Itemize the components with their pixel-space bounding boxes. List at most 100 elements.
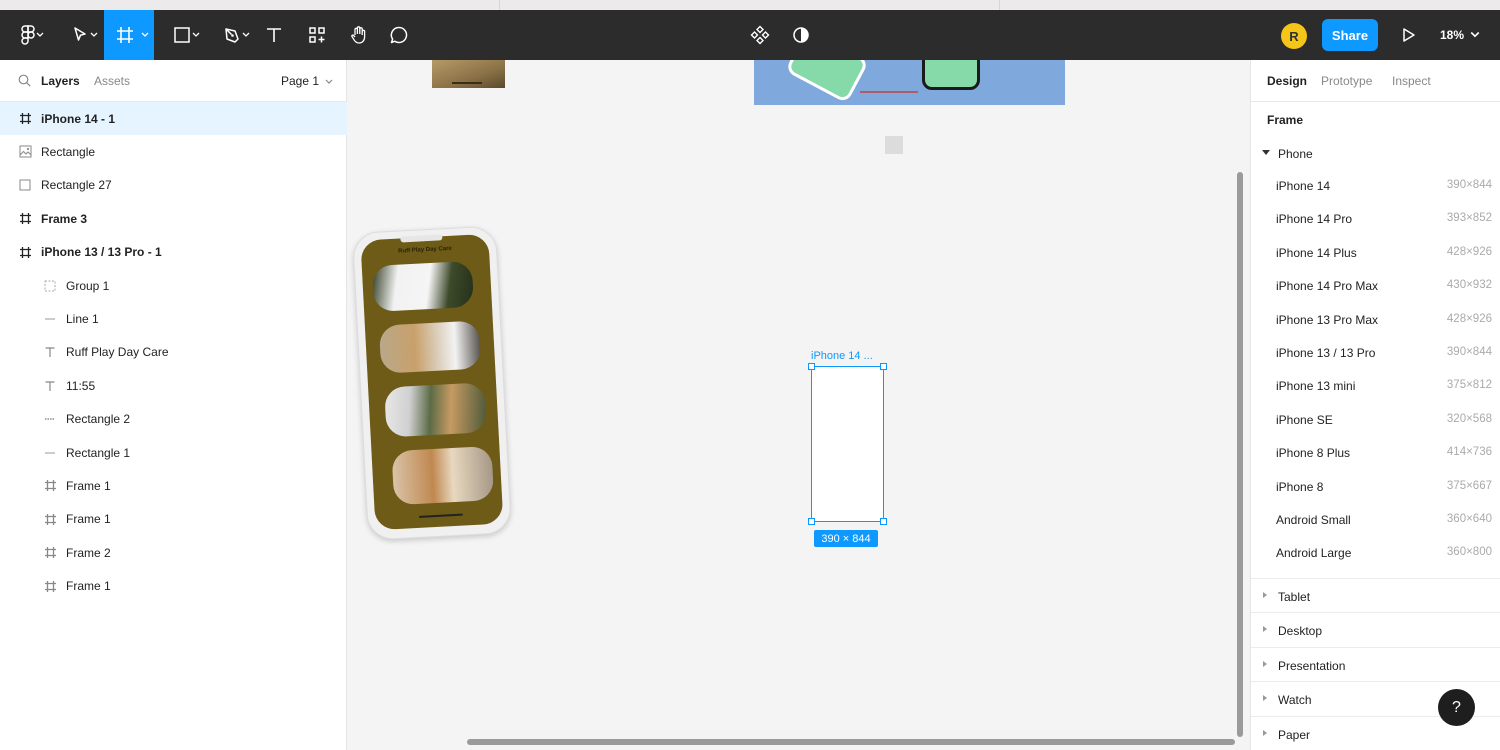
image-icon bbox=[18, 145, 32, 159]
triangle-right-icon bbox=[1263, 626, 1267, 633]
frame-preset-item[interactable]: Android Large 360×800 bbox=[1251, 536, 1500, 569]
layer-label: Frame 1 bbox=[66, 579, 111, 594]
preset-size: 393×852 bbox=[1446, 212, 1492, 225]
canvas[interactable]: Ruff Play Day Care iPhone 14 ... 390 × 8… bbox=[348, 60, 1250, 750]
resize-handle[interactable] bbox=[808, 518, 815, 525]
layer-row[interactable]: Frame 1 bbox=[0, 570, 347, 603]
frame-preset-item[interactable]: iPhone 13 Pro Max 428×926 bbox=[1251, 303, 1500, 336]
chevron-down-icon bbox=[90, 32, 98, 37]
preset-name: iPhone 13 / 13 Pro bbox=[1276, 346, 1376, 360]
avatar[interactable]: R bbox=[1281, 23, 1307, 49]
frame-preset-item[interactable]: iPhone 14 Plus 428×926 bbox=[1251, 236, 1500, 269]
frame-preset-item[interactable]: iPhone 13 mini 375×812 bbox=[1251, 369, 1500, 402]
frame-preset-item[interactable]: Android Small 360×640 bbox=[1251, 503, 1500, 536]
dog-photo bbox=[371, 260, 475, 312]
preset-category[interactable]: Desktop bbox=[1251, 612, 1500, 646]
zoom-dropdown[interactable]: 18% bbox=[1440, 10, 1480, 60]
chevron-down-icon bbox=[325, 79, 333, 84]
preset-category[interactable]: Presentation bbox=[1251, 646, 1500, 681]
hand-tool-button[interactable] bbox=[344, 10, 374, 60]
browser-tab[interactable] bbox=[500, 0, 1000, 10]
layer-row[interactable]: Frame 1 bbox=[0, 469, 347, 502]
layer-row[interactable]: Frame 3 bbox=[0, 202, 347, 235]
tab-layers[interactable]: Layers bbox=[41, 74, 80, 88]
resize-handle[interactable] bbox=[880, 363, 887, 370]
comment-tool-button[interactable] bbox=[384, 10, 414, 60]
phone-group-header[interactable]: Phone bbox=[1251, 138, 1500, 168]
preset-size: 375×812 bbox=[1446, 379, 1492, 392]
browser-tab[interactable] bbox=[1000, 0, 1500, 10]
frame-preset-item[interactable]: iPhone SE 320×568 bbox=[1251, 403, 1500, 436]
tab-assets[interactable]: Assets bbox=[94, 74, 130, 88]
layer-row[interactable]: Frame 2 bbox=[0, 536, 347, 569]
frame-preset-item[interactable]: iPhone 8 375×667 bbox=[1251, 470, 1500, 503]
layer-row[interactable]: iPhone 13 / 13 Pro - 1 bbox=[0, 236, 347, 269]
phone-mockup[interactable]: Ruff Play Day Care bbox=[352, 225, 516, 544]
search-icon[interactable] bbox=[18, 74, 31, 87]
pen-tool-button[interactable] bbox=[210, 10, 254, 60]
frame-size-badge: 390 × 844 bbox=[814, 530, 878, 547]
selected-frame-label[interactable]: iPhone 14 ... bbox=[811, 350, 873, 362]
toolbar: R Share 18% bbox=[0, 10, 1500, 60]
share-button[interactable]: Share bbox=[1322, 19, 1378, 51]
layer-label: Frame 2 bbox=[66, 545, 111, 560]
layer-row[interactable]: Rectangle 1 bbox=[0, 436, 347, 469]
resources-button[interactable] bbox=[302, 10, 332, 60]
layer-label: Rectangle bbox=[41, 144, 96, 159]
layer-row[interactable]: Frame 1 bbox=[0, 503, 347, 536]
layer-row[interactable]: Rectangle 2 bbox=[0, 403, 347, 436]
resize-handle[interactable] bbox=[808, 363, 815, 370]
browser-tab[interactable] bbox=[0, 0, 500, 10]
frame-icon bbox=[18, 245, 32, 259]
triangle-down-icon bbox=[1262, 150, 1270, 155]
contrast-icon bbox=[793, 27, 809, 43]
preset-category[interactable]: Tablet bbox=[1251, 578, 1500, 612]
component-button[interactable] bbox=[745, 10, 775, 60]
frame-preset-item[interactable]: iPhone 13 / 13 Pro 390×844 bbox=[1251, 336, 1500, 369]
canvas-mockup-image-partial[interactable] bbox=[754, 60, 1065, 105]
text-tool-button[interactable] bbox=[260, 10, 288, 60]
small-rectangle[interactable] bbox=[885, 136, 903, 154]
layer-row[interactable]: Rectangle bbox=[0, 135, 347, 168]
frame-preset-item[interactable]: iPhone 14 390×844 bbox=[1251, 169, 1500, 202]
frame-preset-item[interactable]: iPhone 14 Pro 393×852 bbox=[1251, 202, 1500, 235]
move-tool-button[interactable] bbox=[58, 10, 102, 60]
frame-tool-button[interactable] bbox=[104, 10, 154, 60]
category-label: Desktop bbox=[1278, 624, 1323, 639]
resize-handle[interactable] bbox=[880, 518, 887, 525]
page-selector[interactable]: Page 1 bbox=[281, 74, 333, 88]
preset-name: iPhone 13 Pro Max bbox=[1276, 312, 1379, 327]
triangle-right-icon bbox=[1263, 660, 1267, 667]
layer-row[interactable]: 11:55 bbox=[0, 369, 347, 402]
shape-tool-button[interactable] bbox=[160, 10, 204, 60]
frame-preset-item[interactable]: iPhone 8 Plus 414×736 bbox=[1251, 436, 1500, 469]
tab-design[interactable]: Design bbox=[1267, 74, 1307, 88]
frame-icon bbox=[43, 512, 57, 526]
frame-preset-item[interactable]: iPhone 14 Pro Max 430×932 bbox=[1251, 269, 1500, 302]
canvas-image-partial[interactable] bbox=[432, 60, 505, 88]
components-grid-icon bbox=[309, 27, 325, 43]
theme-toggle-button[interactable] bbox=[786, 10, 816, 60]
main-menu-button[interactable] bbox=[8, 10, 48, 60]
properties-panel: Design Prototype Inspect Frame Phone iPh… bbox=[1250, 60, 1500, 750]
right-panel-tabs: Design Prototype Inspect bbox=[1251, 60, 1500, 102]
preset-name: iPhone 14 Plus bbox=[1276, 245, 1357, 260]
preset-size: 428×926 bbox=[1446, 245, 1492, 258]
tab-prototype[interactable]: Prototype bbox=[1321, 74, 1372, 88]
layer-row[interactable]: Line 1 bbox=[0, 302, 347, 335]
vertical-scrollbar[interactable] bbox=[1237, 172, 1243, 737]
layer-row[interactable]: Group 1 bbox=[0, 269, 347, 302]
horizontal-scrollbar[interactable] bbox=[467, 739, 1235, 745]
rectangle-icon bbox=[18, 178, 32, 192]
layer-row[interactable]: iPhone 14 - 1 bbox=[0, 102, 347, 135]
layer-row[interactable]: Rectangle 27 bbox=[0, 169, 347, 202]
frame-icon bbox=[43, 479, 57, 493]
tab-inspect[interactable]: Inspect bbox=[1392, 74, 1431, 88]
group-icon bbox=[43, 279, 57, 293]
preset-name: iPhone SE bbox=[1276, 412, 1333, 427]
present-button[interactable] bbox=[1396, 10, 1422, 60]
help-button[interactable]: ? bbox=[1438, 689, 1475, 726]
selected-frame[interactable] bbox=[808, 363, 887, 525]
layer-row[interactable]: Ruff Play Day Care bbox=[0, 336, 347, 369]
preset-name: Android Small bbox=[1276, 513, 1351, 527]
